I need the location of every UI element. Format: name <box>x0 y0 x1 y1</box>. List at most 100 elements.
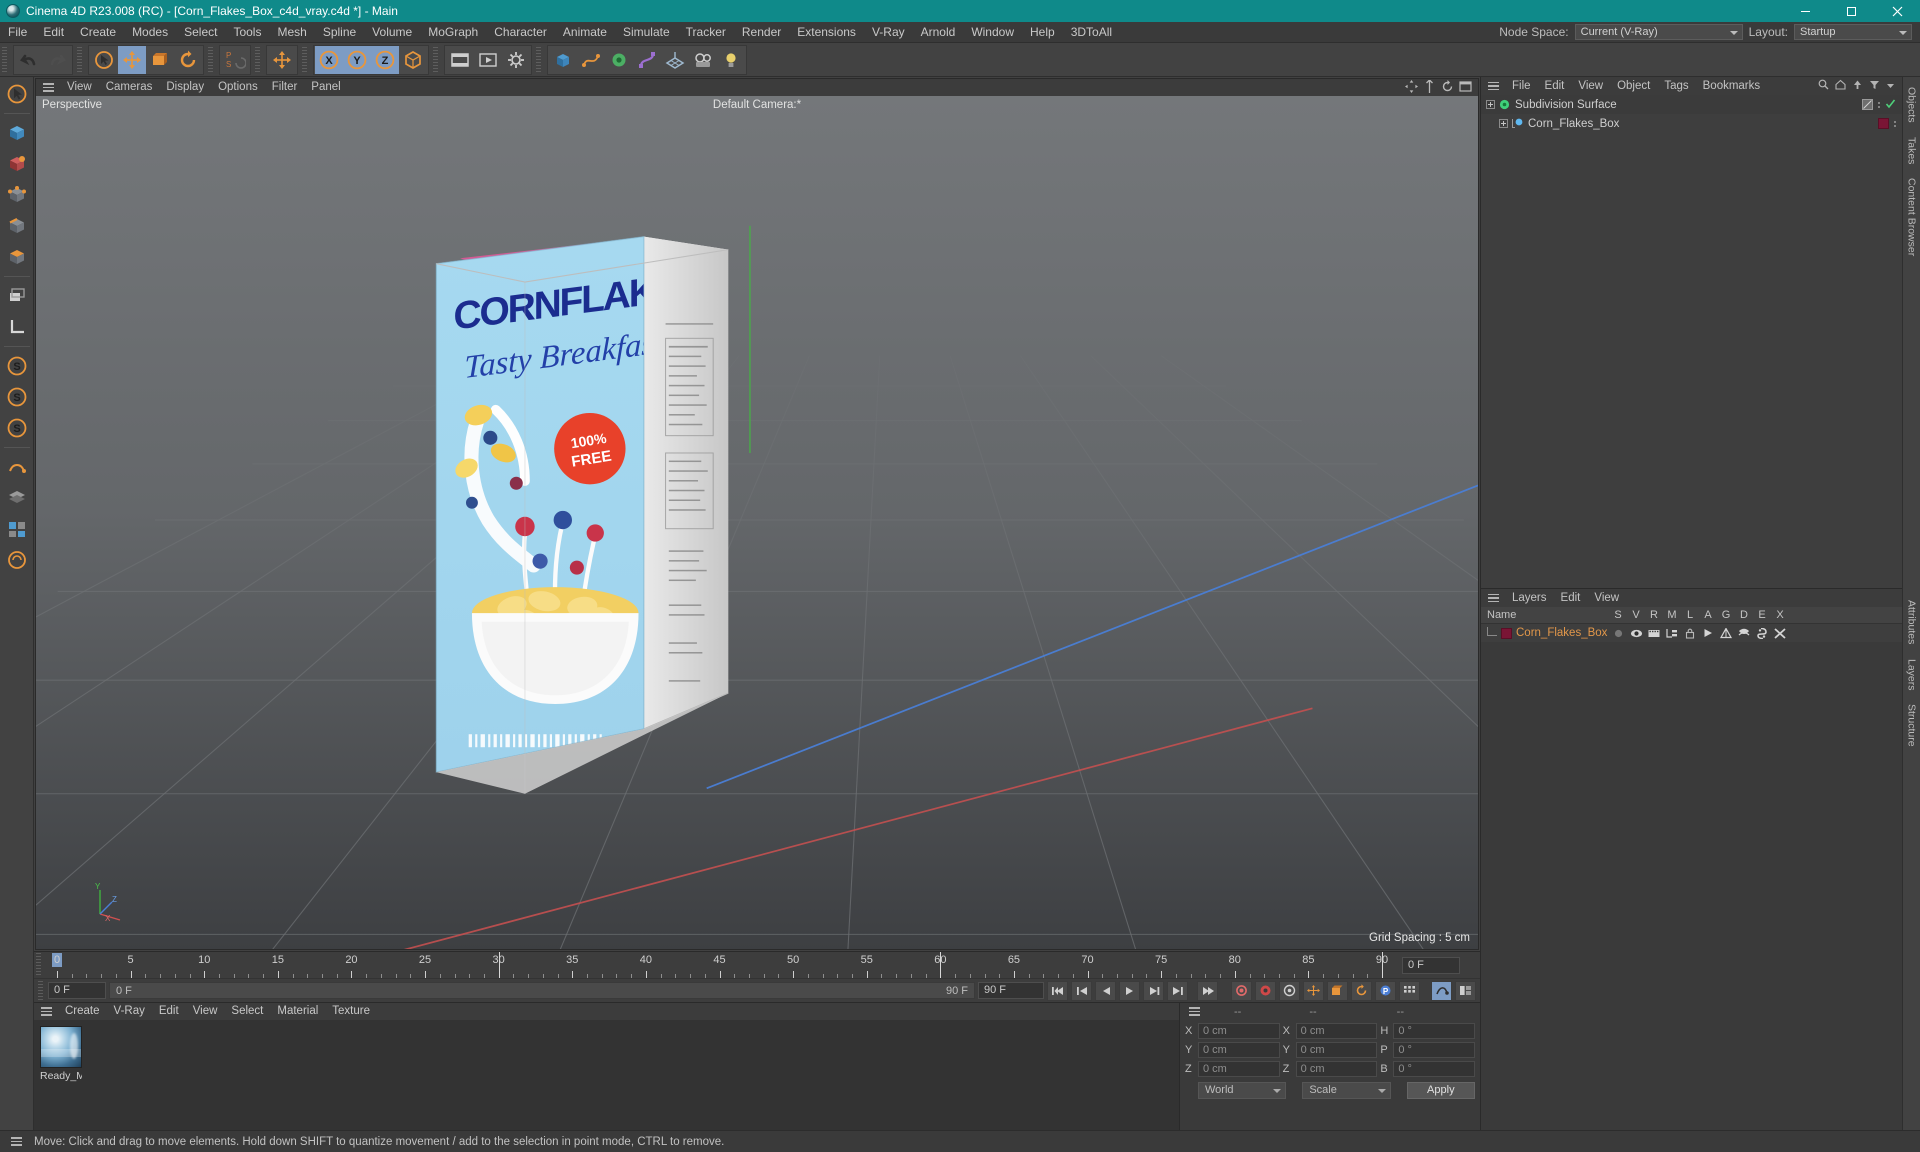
layer-menu-layers[interactable]: Layers <box>1505 589 1554 607</box>
z-axis-lock-button[interactable]: Z <box>371 45 399 74</box>
pan-view-icon[interactable] <box>1405 79 1418 96</box>
object-menu-tags[interactable]: Tags <box>1657 77 1695 95</box>
material-tag-icon[interactable] <box>1878 118 1889 129</box>
viewport-menu-display[interactable]: Display <box>159 79 211 96</box>
coord-rot-p-field[interactable]: 0 ° <box>1393 1042 1476 1058</box>
cube-primitive-button[interactable] <box>549 46 577 74</box>
layer-render-cell[interactable] <box>1645 629 1663 638</box>
ps-toggle-button[interactable]: PS <box>221 46 249 74</box>
toolbar-drag-handle-5[interactable] <box>302 46 307 73</box>
edges-mode-tool-icon[interactable] <box>2 211 32 241</box>
layer-visible-cell[interactable] <box>1627 629 1645 638</box>
tab-layers[interactable]: Layers <box>1905 653 1919 697</box>
layer-manager-cell[interactable] <box>1663 628 1681 638</box>
layer-expression-cell[interactable] <box>1753 627 1771 639</box>
object-menu-object[interactable]: Object <box>1610 77 1657 95</box>
viewport-menu-filter[interactable]: Filter <box>265 79 305 96</box>
layer-color-swatch[interactable] <box>1501 627 1512 639</box>
object-row-subdivision-surface[interactable]: Subdivision Surface <box>1481 95 1902 114</box>
menu-item-extensions[interactable]: Extensions <box>789 22 864 43</box>
object-visible-check-icon[interactable] <box>1885 98 1896 112</box>
layout-select[interactable]: Startup <box>1794 24 1912 40</box>
rotate-tool-button[interactable] <box>174 46 202 74</box>
coord-rot-b-field[interactable]: 0 ° <box>1393 1061 1476 1077</box>
keyframe-selection-button[interactable] <box>1279 980 1300 1001</box>
material-item[interactable]: Ready_M <box>40 1026 82 1082</box>
toolbar-drag-handle-2[interactable] <box>77 46 82 73</box>
tab-takes[interactable]: Takes <box>1905 131 1919 170</box>
maximize-viewport-icon[interactable] <box>1459 80 1472 96</box>
timeline-controls-drag-handle[interactable] <box>38 980 43 1001</box>
generator-button[interactable] <box>605 46 633 74</box>
toolbar-drag-handle[interactable] <box>2 46 7 73</box>
layer-visibility-tool-icon[interactable] <box>2 545 32 575</box>
layer-deformer-cell[interactable] <box>1735 628 1753 639</box>
camera-button[interactable] <box>689 46 717 74</box>
material-manager-body[interactable]: Ready_M <box>34 1020 1179 1130</box>
viewport-menu-panel[interactable]: Panel <box>304 79 347 96</box>
menu-item-edit[interactable]: Edit <box>35 22 72 43</box>
menu-item-help[interactable]: Help <box>1022 22 1063 43</box>
deformer-button[interactable] <box>633 46 661 74</box>
object-tree[interactable]: Subdivision Surface Corn_Flakes_Box <box>1481 95 1902 588</box>
y-axis-lock-button[interactable]: Y <box>343 45 371 74</box>
material-menu-vray[interactable]: V-Ray <box>107 1003 152 1020</box>
menu-item-3dtoall[interactable]: 3DToAll <box>1063 22 1120 43</box>
menu-item-animate[interactable]: Animate <box>555 22 615 43</box>
tab-attributes[interactable]: Attributes <box>1905 594 1919 650</box>
layer-xref-cell[interactable] <box>1771 627 1789 639</box>
rotate-view-icon[interactable] <box>1441 79 1454 96</box>
go-to-previous-keyframe-button[interactable] <box>1071 980 1092 1001</box>
spline-pen-button[interactable] <box>577 46 605 74</box>
menu-item-tools[interactable]: Tools <box>225 22 269 43</box>
coord-size-y-field[interactable]: 0 cm <box>1295 1042 1378 1058</box>
menu-item-volume[interactable]: Volume <box>364 22 420 43</box>
position-key-button[interactable] <box>1303 980 1324 1001</box>
object-menu-bookmarks[interactable]: Bookmarks <box>1696 77 1768 95</box>
render-settings-button[interactable] <box>502 46 530 74</box>
menu-item-simulate[interactable]: Simulate <box>615 22 678 43</box>
autokeying-button[interactable] <box>1255 980 1276 1001</box>
menu-item-window[interactable]: Window <box>963 22 1022 43</box>
up-level-icon[interactable] <box>1852 79 1863 93</box>
toolbar-drag-handle-3[interactable] <box>208 46 213 73</box>
material-preview-swatch[interactable] <box>40 1026 82 1068</box>
viewport-menu-cameras[interactable]: Cameras <box>99 79 160 96</box>
close-button[interactable] <box>1874 0 1920 22</box>
light-button[interactable] <box>717 46 745 74</box>
layer-menu-view[interactable]: View <box>1587 589 1626 607</box>
coord-pos-y-field[interactable]: 0 cm <box>1198 1042 1280 1058</box>
menu-item-render[interactable]: Render <box>734 22 789 43</box>
timeline-settings-button[interactable] <box>1455 980 1476 1001</box>
viewport-menu-icon[interactable] <box>40 79 56 96</box>
workplane-tool-icon[interactable] <box>2 312 32 342</box>
current-frame-field[interactable]: 0 F <box>48 982 106 999</box>
step-back-button[interactable] <box>1095 980 1116 1001</box>
points-mode-tool-icon[interactable] <box>2 180 32 210</box>
coord-rot-h-field[interactable]: 0 ° <box>1393 1023 1476 1039</box>
material-menu-texture[interactable]: Texture <box>325 1003 377 1020</box>
filter-icon[interactable] <box>1869 79 1880 93</box>
menu-item-tracker[interactable]: Tracker <box>678 22 734 43</box>
coordinate-mode-select[interactable]: Scale <box>1302 1082 1391 1099</box>
menu-item-mesh[interactable]: Mesh <box>269 22 314 43</box>
snap-settings-tool-icon[interactable]: S <box>2 351 32 381</box>
scale-tool-button[interactable] <box>146 46 174 74</box>
minimize-button[interactable] <box>1782 0 1828 22</box>
toolbar-drag-handle-6[interactable] <box>433 46 438 73</box>
coordinate-space-select[interactable]: World <box>1198 1082 1287 1099</box>
layer-manager-menu-icon[interactable] <box>1485 590 1501 607</box>
viewport-3d[interactable]: Perspective Default Camera:* Grid Spacin… <box>36 96 1478 949</box>
node-space-select[interactable]: Current (V-Ray) <box>1574 24 1743 40</box>
tab-objects[interactable]: Objects <box>1905 81 1919 129</box>
toolbar-drag-handle-4[interactable] <box>255 46 260 73</box>
document-end-frame-field[interactable]: 90 F <box>978 982 1044 999</box>
coord-size-x-field[interactable]: 0 cm <box>1295 1023 1378 1039</box>
tab-structure[interactable]: Structure <box>1905 698 1919 753</box>
step-forward-button[interactable] <box>1143 980 1164 1001</box>
move-tool-button[interactable] <box>118 45 146 74</box>
workplane-lock-tool-icon[interactable]: S <box>2 413 32 443</box>
zoom-view-icon[interactable] <box>1423 78 1436 96</box>
cereal-box-model[interactable]: CORNFLAKES Tasty Breakfast 100% FREE <box>36 96 1478 949</box>
enable-axis-tool-icon[interactable] <box>2 281 32 311</box>
